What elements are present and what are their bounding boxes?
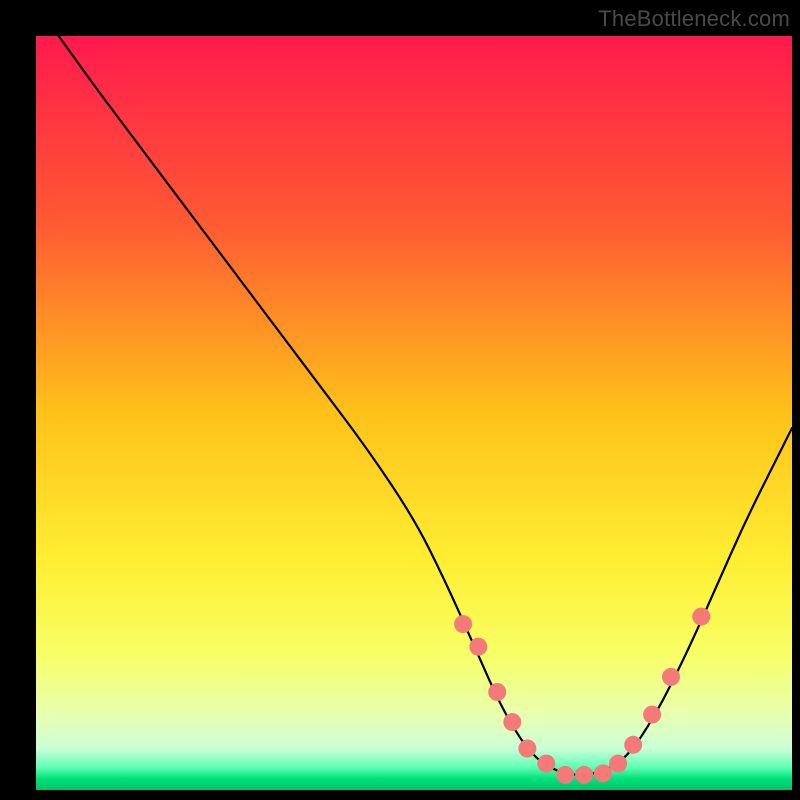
threshold-marker xyxy=(609,755,627,773)
threshold-marker xyxy=(469,638,487,656)
threshold-marker xyxy=(662,668,680,686)
bottleneck-chart xyxy=(0,0,800,800)
threshold-marker xyxy=(454,615,472,633)
threshold-marker xyxy=(594,764,612,782)
threshold-marker xyxy=(537,755,555,773)
threshold-marker xyxy=(643,706,661,724)
threshold-marker xyxy=(692,608,710,626)
threshold-marker xyxy=(518,740,536,758)
threshold-marker xyxy=(503,713,521,731)
threshold-marker xyxy=(575,766,593,784)
chart-frame: TheBottleneck.com xyxy=(0,0,800,800)
threshold-marker xyxy=(556,766,574,784)
threshold-marker xyxy=(624,736,642,754)
threshold-marker xyxy=(488,683,506,701)
